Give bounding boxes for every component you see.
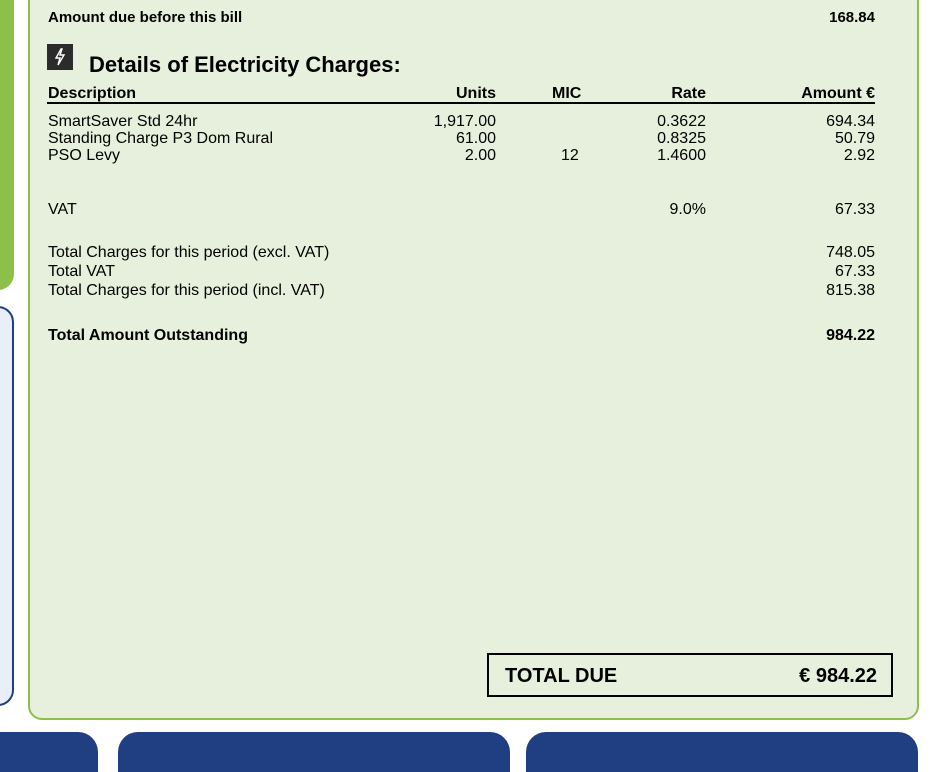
lightning-bolt-icon [47, 44, 73, 70]
row-rate: 0.8325 [657, 130, 706, 147]
row-rate: 1.4600 [657, 147, 706, 164]
bottom-tab-left [0, 732, 98, 772]
row-units: 61.00 [455, 130, 496, 147]
vat-label: VAT [48, 201, 77, 218]
row-units: 1,917.00 [433, 113, 496, 130]
vat-rate: 9.0% [669, 201, 706, 218]
header-rate: Rate [671, 85, 706, 102]
row-description: Standing Charge P3 Dom Rural [48, 130, 274, 147]
total-vat-amount: 67.33 [834, 263, 875, 280]
total-excl-vat-amount: 748.05 [826, 244, 875, 261]
total-incl-vat-amount: 815.38 [826, 282, 875, 299]
total-due-label: TOTAL DUE [505, 665, 618, 687]
total-vat-label: Total VAT [48, 263, 115, 280]
bill-details-panel [28, 0, 919, 720]
balance-amount: 168.84 [829, 9, 875, 26]
row-description: SmartSaver Std 24hr [48, 113, 198, 130]
total-incl-vat-label: Total Charges for this period (incl. VAT… [48, 282, 325, 299]
header-divider [47, 102, 875, 104]
row-rate: 0.3622 [657, 113, 706, 130]
total-due-amount: € 984.22 [799, 665, 877, 687]
left-blue-panel [0, 306, 14, 706]
balance-label: Amount due before this bill [48, 9, 243, 26]
row-mic: 12 [561, 147, 579, 164]
section-title: Details of Electricity Charges: [89, 52, 401, 77]
total-due-box: TOTAL DUE € 984.22 [487, 653, 893, 697]
header-description: Description [48, 85, 137, 102]
outstanding-label: Total Amount Outstanding [48, 327, 248, 344]
header-mic: MIC [552, 85, 582, 102]
row-amount: 694.34 [826, 113, 875, 130]
total-excl-vat-label: Total Charges for this period (excl. VAT… [48, 244, 330, 261]
row-amount: 50.79 [834, 130, 875, 147]
header-amount: Amount € [801, 85, 875, 102]
bottom-tab-middle [118, 732, 510, 772]
vat-amount: 67.33 [834, 201, 875, 218]
row-amount: 2.92 [843, 147, 875, 164]
row-description: PSO Levy [48, 147, 121, 164]
outstanding-amount: 984.22 [826, 327, 875, 344]
bottom-tab-right [526, 732, 918, 772]
left-green-panel [0, 0, 14, 290]
header-units: Units [456, 85, 496, 102]
row-units: 2.00 [464, 147, 496, 164]
